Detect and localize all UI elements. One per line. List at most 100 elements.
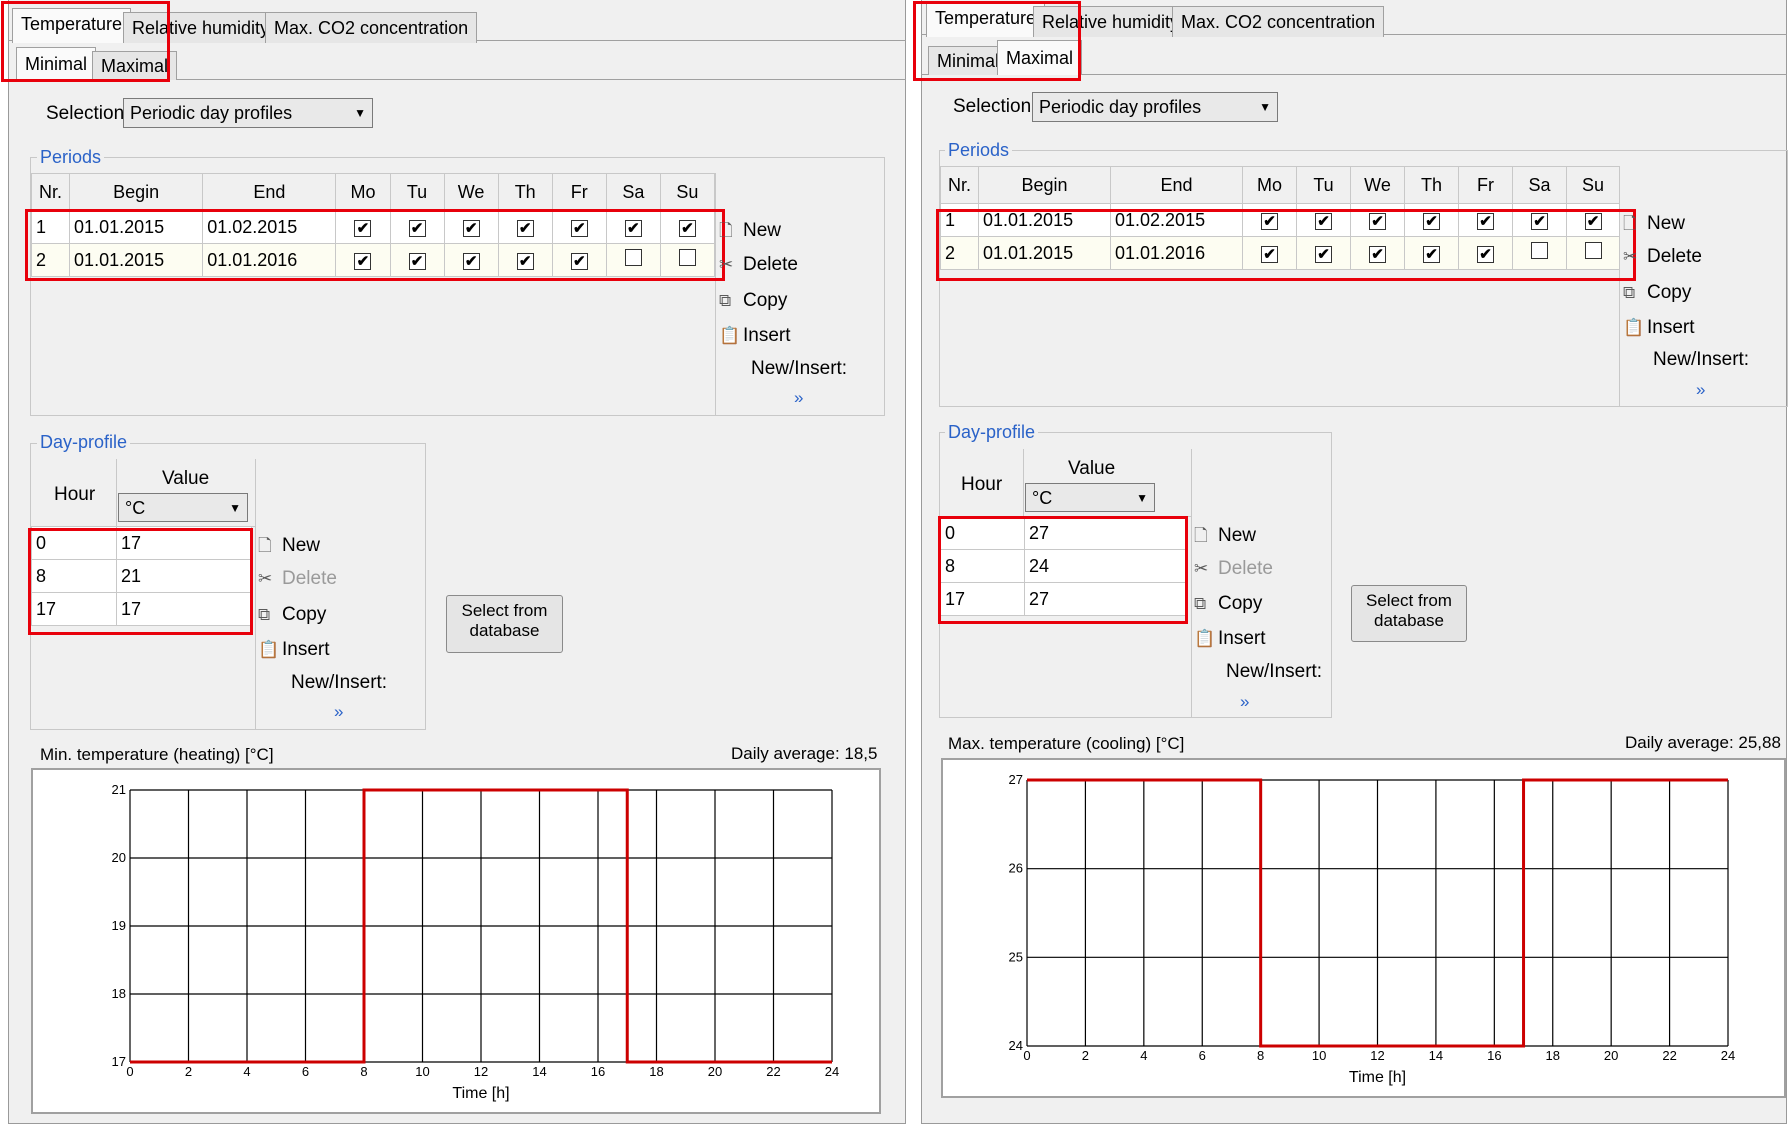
checkbox[interactable]: ✔ <box>1315 212 1332 230</box>
cell-begin[interactable]: 01.01.2015 <box>978 203 1111 237</box>
day-insert-button[interactable]: 📋 Insert <box>1194 628 1266 650</box>
cell-end[interactable]: 01.02.2015 <box>202 210 337 244</box>
cell-fr[interactable]: ✔ <box>551 243 607 277</box>
day-more-button[interactable]: » <box>1240 692 1249 712</box>
subtab-maximal[interactable]: Maximal <box>997 40 1083 75</box>
cell-hour[interactable]: 0 <box>940 516 1025 550</box>
day-delete-button[interactable]: ✂ Delete <box>1194 558 1273 580</box>
cell-value[interactable]: 21 <box>116 559 252 593</box>
checkbox[interactable]: ✔ <box>1261 245 1278 263</box>
checkbox[interactable]: ✔ <box>462 219 480 237</box>
cell-su[interactable]: ✔ <box>659 210 716 244</box>
cell-value[interactable]: 17 <box>116 592 252 626</box>
checkbox[interactable]: ✔ <box>516 219 534 237</box>
cell-we[interactable]: ✔ <box>443 210 499 244</box>
cell-th[interactable]: ✔ <box>1404 203 1459 237</box>
checkbox[interactable]: ✔ <box>408 219 426 237</box>
day-insert-button[interactable]: 📋 Insert <box>258 639 330 661</box>
cell-tu[interactable]: ✔ <box>389 243 445 277</box>
checkbox[interactable]: ✔ <box>1584 212 1602 230</box>
tab-relative-humidity[interactable]: Relative humidity <box>123 12 279 43</box>
table-row[interactable]: 17 17 <box>31 592 252 626</box>
checkbox[interactable]: ✔ <box>1315 245 1332 263</box>
cell-value[interactable]: 27 <box>1024 582 1188 616</box>
checkbox[interactable]: ✔ <box>354 252 372 270</box>
cell-fr[interactable]: ✔ <box>551 210 607 244</box>
cell-we[interactable]: ✔ <box>1350 203 1405 237</box>
selection-dropdown[interactable]: Periodic day profiles ▼ <box>1032 92 1278 122</box>
checkbox[interactable]: ✔ <box>570 252 588 270</box>
cell-th[interactable]: ✔ <box>1404 236 1459 270</box>
day-more-button[interactable]: » <box>334 702 343 722</box>
tab-temperature[interactable]: Temperature <box>12 8 132 43</box>
period-more-button[interactable]: » <box>794 388 803 408</box>
cell-begin[interactable]: 01.01.2015 <box>978 236 1111 270</box>
select-from-database-button[interactable]: Select from database <box>446 595 563 653</box>
cell-nr[interactable]: 1 <box>30 210 71 244</box>
cell-nr[interactable]: 2 <box>940 236 979 270</box>
checkbox[interactable] <box>624 249 642 266</box>
cell-sa[interactable] <box>605 243 661 277</box>
unit-dropdown[interactable]: °C ▼ <box>118 493 248 522</box>
period-copy-button[interactable]: ⧉ Copy <box>1623 282 1691 304</box>
day-copy-button[interactable]: ⧉ Copy <box>1194 593 1262 615</box>
cell-sa[interactable]: ✔ <box>1512 203 1567 237</box>
checkbox[interactable]: ✔ <box>1369 212 1386 230</box>
cell-hour[interactable]: 8 <box>940 549 1025 583</box>
tab-temperature[interactable]: Temperature <box>926 2 1046 37</box>
cell-fr[interactable]: ✔ <box>1458 236 1513 270</box>
checkbox[interactable]: ✔ <box>1423 245 1440 263</box>
checkbox[interactable]: ✔ <box>1477 212 1494 230</box>
cell-su[interactable]: ✔ <box>1566 203 1620 237</box>
period-more-button[interactable]: » <box>1696 380 1705 400</box>
cell-we[interactable]: ✔ <box>1350 236 1405 270</box>
cell-sa[interactable]: ✔ <box>605 210 661 244</box>
subtab-minimal[interactable]: Minimal <box>16 47 97 80</box>
table-row[interactable]: 0 27 <box>940 516 1188 550</box>
cell-th[interactable]: ✔ <box>497 243 553 277</box>
checkbox[interactable]: ✔ <box>1261 212 1278 230</box>
cell-end[interactable]: 01.01.2016 <box>202 243 337 277</box>
checkbox[interactable]: ✔ <box>354 219 372 237</box>
table-row[interactable]: 0 17 <box>31 526 252 560</box>
table-row[interactable]: 2 01.01.2015 01.01.2016 ✔ ✔ ✔ ✔ ✔ <box>30 243 716 277</box>
tab-max-co2[interactable]: Max. CO2 concentration <box>1172 6 1385 37</box>
checkbox[interactable]: ✔ <box>462 252 480 270</box>
tab-relative-humidity[interactable]: Relative humidity <box>1033 6 1189 37</box>
cell-su[interactable] <box>659 243 716 277</box>
table-row[interactable]: 8 21 <box>31 559 252 593</box>
cell-value[interactable]: 27 <box>1024 516 1188 550</box>
cell-begin[interactable]: 01.01.2015 <box>69 210 204 244</box>
day-copy-button[interactable]: ⧉ Copy <box>258 604 326 626</box>
cell-value[interactable]: 24 <box>1024 549 1188 583</box>
subtab-minimal[interactable]: Minimal <box>928 46 1009 75</box>
period-new-button[interactable]: 🗋 New <box>1623 211 1685 240</box>
cell-tu[interactable]: ✔ <box>389 210 445 244</box>
tab-max-co2[interactable]: Max. CO2 concentration <box>265 12 478 43</box>
selection-dropdown[interactable]: Periodic day profiles ▼ <box>123 98 373 128</box>
period-insert-button[interactable]: 📋 Insert <box>719 325 791 347</box>
cell-nr[interactable]: 1 <box>940 203 979 237</box>
cell-su[interactable] <box>1566 236 1620 270</box>
table-row[interactable]: 1 01.01.2015 01.02.2015 ✔ ✔ ✔ ✔ ✔ ✔ ✔ <box>940 203 1620 237</box>
subtab-maximal[interactable]: Maximal <box>92 51 178 80</box>
day-delete-button[interactable]: ✂ Delete <box>258 568 337 590</box>
cell-begin[interactable]: 01.01.2015 <box>69 243 204 277</box>
select-from-database-button[interactable]: Select from database <box>1351 585 1467 642</box>
checkbox[interactable]: ✔ <box>1477 245 1494 263</box>
cell-mo[interactable]: ✔ <box>1242 236 1297 270</box>
period-new-button[interactable]: 🗋 New <box>719 218 781 247</box>
period-delete-button[interactable]: ✂ Delete <box>719 254 798 276</box>
cell-sa[interactable] <box>1512 236 1567 270</box>
checkbox[interactable]: ✔ <box>1531 212 1548 230</box>
day-new-button[interactable]: 🗋 New <box>1194 523 1256 552</box>
table-row[interactable]: 2 01.01.2015 01.01.2016 ✔ ✔ ✔ ✔ ✔ <box>940 236 1620 270</box>
checkbox[interactable]: ✔ <box>408 252 426 270</box>
table-row[interactable]: 17 27 <box>940 582 1188 616</box>
cell-th[interactable]: ✔ <box>497 210 553 244</box>
cell-mo[interactable]: ✔ <box>335 243 391 277</box>
cell-we[interactable]: ✔ <box>443 243 499 277</box>
checkbox[interactable] <box>678 249 696 266</box>
checkbox[interactable] <box>1531 242 1548 259</box>
checkbox[interactable]: ✔ <box>678 219 696 237</box>
